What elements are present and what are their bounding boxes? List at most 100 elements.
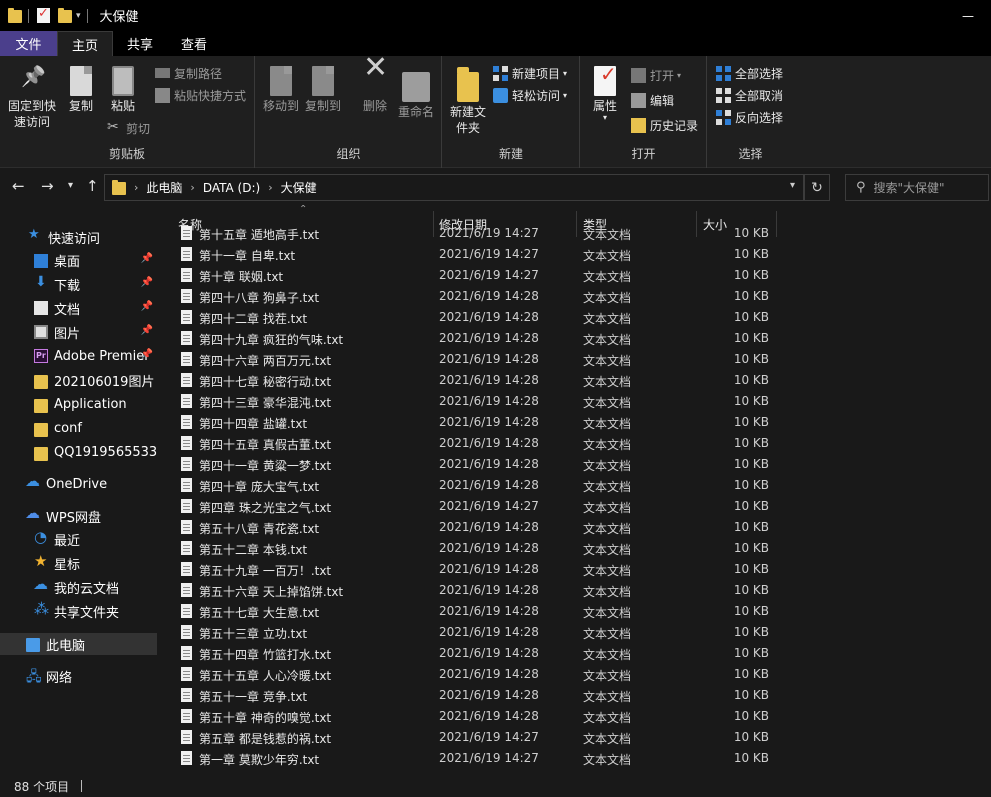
quick-access-dropdown-icon[interactable]: ▾ bbox=[76, 11, 81, 21]
table-row[interactable]: 第四十三章 豪华混沌.txt 2021/6/19 14:28 文本文档 10 KB bbox=[159, 391, 991, 412]
new-folder-button[interactable]: 新建文件夹 bbox=[447, 66, 489, 136]
back-arrow-icon[interactable]: ← bbox=[12, 177, 25, 195]
delete-icon bbox=[363, 60, 388, 96]
sidebar-item-desktop[interactable]: 桌面 📌 bbox=[0, 249, 157, 271]
table-row[interactable]: 第四十章 庞大宝气.txt 2021/6/19 14:28 文本文档 10 KB bbox=[159, 475, 991, 496]
forward-arrow-icon[interactable]: → bbox=[41, 177, 54, 195]
table-row[interactable]: 第四十九章 疯狂的气味.txt 2021/6/19 14:28 文本文档 10 KB bbox=[159, 328, 991, 349]
breadcrumb-separator-icon[interactable]: › bbox=[190, 181, 194, 194]
sidebar-item-adobe-premier[interactable]: Adobe Premier 📌 bbox=[0, 345, 157, 367]
sidebar-item-shared-folder[interactable]: 共享文件夹 bbox=[0, 600, 157, 622]
file-name: 第四十八章 狗鼻子.txt bbox=[199, 291, 320, 305]
premiere-icon bbox=[34, 349, 48, 363]
copy-to-button[interactable]: 复制到 bbox=[304, 66, 342, 114]
table-row[interactable]: 第五十六章 天上掉馅饼.txt 2021/6/19 14:28 文本文档 10 KB bbox=[159, 580, 991, 601]
breadcrumb-separator-icon[interactable]: › bbox=[134, 181, 138, 194]
edit-button[interactable]: 编辑 bbox=[631, 90, 674, 110]
organize-group-label: 组织 bbox=[336, 147, 361, 161]
open-button[interactable]: 打开 ▾ bbox=[631, 65, 681, 85]
copy-button[interactable]: 复制 bbox=[64, 66, 98, 114]
table-row[interactable]: 第五十一章 竞争.txt 2021/6/19 14:28 文本文档 10 KB bbox=[159, 685, 991, 706]
breadcrumb-this-pc[interactable]: 此电脑 bbox=[146, 179, 182, 196]
paste-shortcut-button[interactable]: 粘贴快捷方式 bbox=[155, 85, 246, 105]
table-row[interactable]: 第一章 莫欺少年穷.txt 2021/6/19 14:27 文本文档 10 KB bbox=[159, 748, 991, 769]
file-name: 第四十九章 疯狂的气味.txt bbox=[199, 333, 344, 347]
properties-button[interactable]: 属性 ▾ bbox=[587, 66, 623, 122]
table-row[interactable]: 第十章 联姻.txt 2021/6/19 14:27 文本文档 10 KB bbox=[159, 265, 991, 286]
table-row[interactable]: 第五十二章 本钱.txt 2021/6/19 14:28 文本文档 10 KB bbox=[159, 538, 991, 559]
properties-quick-icon[interactable] bbox=[37, 6, 50, 23]
table-row[interactable]: 第四章 珠之光宝之气.txt 2021/6/19 14:27 文本文档 10 KB bbox=[159, 496, 991, 517]
file-name: 第四十六章 两百万元.txt bbox=[199, 354, 332, 368]
select-all-button[interactable]: 全部选择 bbox=[716, 63, 783, 83]
table-row[interactable]: 第十一章 自卑.txt 2021/6/19 14:27 文本文档 10 KB bbox=[159, 244, 991, 265]
sidebar-item-wps[interactable]: WPS网盘 bbox=[0, 504, 157, 527]
paste-button[interactable]: 粘贴 bbox=[106, 66, 140, 114]
breadcrumb-drive[interactable]: DATA (D:) bbox=[203, 181, 260, 195]
table-row[interactable]: 第四十二章 找茬.txt 2021/6/19 14:28 文本文档 10 KB bbox=[159, 307, 991, 328]
cut-button[interactable]: 剪切 bbox=[107, 118, 150, 138]
sidebar-item-pictures[interactable]: 图片 📌 bbox=[0, 321, 157, 343]
rename-button[interactable]: 重命名 bbox=[396, 66, 436, 120]
file-type: 文本文档 bbox=[583, 606, 632, 620]
sidebar-item-folder[interactable]: Application bbox=[0, 393, 157, 415]
file-size: 10 KB bbox=[733, 562, 769, 576]
sidebar-item-downloads[interactable]: 下载 📌 bbox=[0, 273, 157, 295]
table-row[interactable]: 第十五章 遁地高手.txt 2021/6/19 14:27 文本文档 10 KB bbox=[159, 223, 991, 244]
paste-label: 粘贴 bbox=[110, 99, 135, 113]
paste-shortcut-label: 粘贴快捷方式 bbox=[174, 88, 247, 103]
sidebar-item-folder[interactable]: QQ1919565533 bbox=[0, 441, 157, 463]
table-row[interactable]: 第四十八章 狗鼻子.txt 2021/6/19 14:28 文本文档 10 KB bbox=[159, 286, 991, 307]
delete-button[interactable]: 删除 bbox=[360, 60, 390, 114]
file-size: 10 KB bbox=[733, 373, 769, 387]
tab-share[interactable]: 共享 bbox=[113, 31, 167, 56]
select-none-button[interactable]: 全部取消 bbox=[716, 85, 783, 105]
table-row[interactable]: 第四十四章 盐罐.txt 2021/6/19 14:28 文本文档 10 KB bbox=[159, 412, 991, 433]
sidebar-item-starred[interactable]: 星标 bbox=[0, 552, 157, 574]
minimize-icon[interactable]: — bbox=[945, 0, 991, 31]
breadcrumb-separator-icon[interactable]: › bbox=[268, 181, 272, 194]
table-row[interactable]: 第五十章 神奇的嗅觉.txt 2021/6/19 14:28 文本文档 10 KB bbox=[159, 706, 991, 727]
copy-path-button[interactable]: 复制路径 bbox=[155, 63, 222, 83]
table-row[interactable]: 第五章 都是钱惹的祸.txt 2021/6/19 14:27 文本文档 10 KB bbox=[159, 727, 991, 748]
table-row[interactable]: 第四十五章 真假古董.txt 2021/6/19 14:28 文本文档 10 KB bbox=[159, 433, 991, 454]
table-row[interactable]: 第四十一章 黄粱一梦.txt 2021/6/19 14:28 文本文档 10 KB bbox=[159, 454, 991, 475]
table-row[interactable]: 第五十三章 立功.txt 2021/6/19 14:28 文本文档 10 KB bbox=[159, 622, 991, 643]
breadcrumb-current-folder[interactable]: 大保健 bbox=[281, 179, 317, 196]
table-row[interactable]: 第五十四章 竹篮打水.txt 2021/6/19 14:28 文本文档 10 KB bbox=[159, 643, 991, 664]
up-arrow-icon[interactable]: ↑ bbox=[86, 177, 99, 195]
sidebar-item-folder[interactable]: conf bbox=[0, 417, 157, 439]
new-folder-quick-icon[interactable] bbox=[58, 7, 72, 24]
recent-locations-chevron-icon[interactable]: ▾ bbox=[68, 180, 73, 191]
pin-quick-access-button[interactable]: 固定到快速访问 bbox=[6, 66, 58, 130]
address-bar[interactable]: › 此电脑 › DATA (D:) › 大保健 ▾ bbox=[104, 174, 804, 201]
search-box[interactable]: ⚲ 搜索"大保健" bbox=[845, 174, 989, 201]
sidebar-item-quick-access[interactable]: 快速访问 bbox=[0, 226, 157, 248]
easy-access-button[interactable]: 轻松访问 ▾ bbox=[493, 85, 567, 105]
file-date: 2021/6/19 14:28 bbox=[439, 415, 539, 429]
table-row[interactable]: 第四十七章 秘密行动.txt 2021/6/19 14:28 文本文档 10 KB bbox=[159, 370, 991, 391]
sidebar-item-onedrive[interactable]: OneDrive bbox=[0, 472, 157, 495]
table-row[interactable]: 第五十九章 一百万！.txt 2021/6/19 14:28 文本文档 10 KB bbox=[159, 559, 991, 580]
tab-file[interactable]: 文件 bbox=[0, 31, 57, 56]
table-row[interactable]: 第五十五章 人心冷暖.txt 2021/6/19 14:28 文本文档 10 KB bbox=[159, 664, 991, 685]
table-row[interactable]: 第五十七章 大生意.txt 2021/6/19 14:28 文本文档 10 KB bbox=[159, 601, 991, 622]
address-dropdown-icon[interactable]: ▾ bbox=[790, 180, 795, 191]
history-button[interactable]: 历史记录 bbox=[631, 115, 698, 135]
sidebar-item-this-pc[interactable]: 此电脑 bbox=[0, 633, 157, 655]
table-row[interactable]: 第五十八章 青花瓷.txt 2021/6/19 14:28 文本文档 10 KB bbox=[159, 517, 991, 538]
sidebar-item-network[interactable]: 网络 bbox=[0, 665, 157, 690]
divider bbox=[86, 8, 88, 23]
sidebar-item-folder[interactable]: 202106019图片 bbox=[0, 369, 157, 391]
sidebar-item-documents[interactable]: 文档 📌 bbox=[0, 297, 157, 319]
move-to-button[interactable]: 移动到 bbox=[262, 66, 300, 114]
sidebar-item-recent[interactable]: 最近 bbox=[0, 528, 157, 550]
tab-view[interactable]: 查看 bbox=[167, 31, 221, 56]
text-file-icon bbox=[181, 352, 192, 366]
invert-selection-button[interactable]: 反向选择 bbox=[716, 107, 783, 127]
sidebar-item-cloud-docs[interactable]: 我的云文档 bbox=[0, 575, 157, 598]
new-item-button[interactable]: 新建项目 ▾ bbox=[493, 63, 567, 83]
table-row[interactable]: 第四十六章 两百万元.txt 2021/6/19 14:28 文本文档 10 KB bbox=[159, 349, 991, 370]
tab-home[interactable]: 主页 bbox=[57, 31, 114, 56]
refresh-icon[interactable]: ↻ bbox=[804, 174, 830, 201]
